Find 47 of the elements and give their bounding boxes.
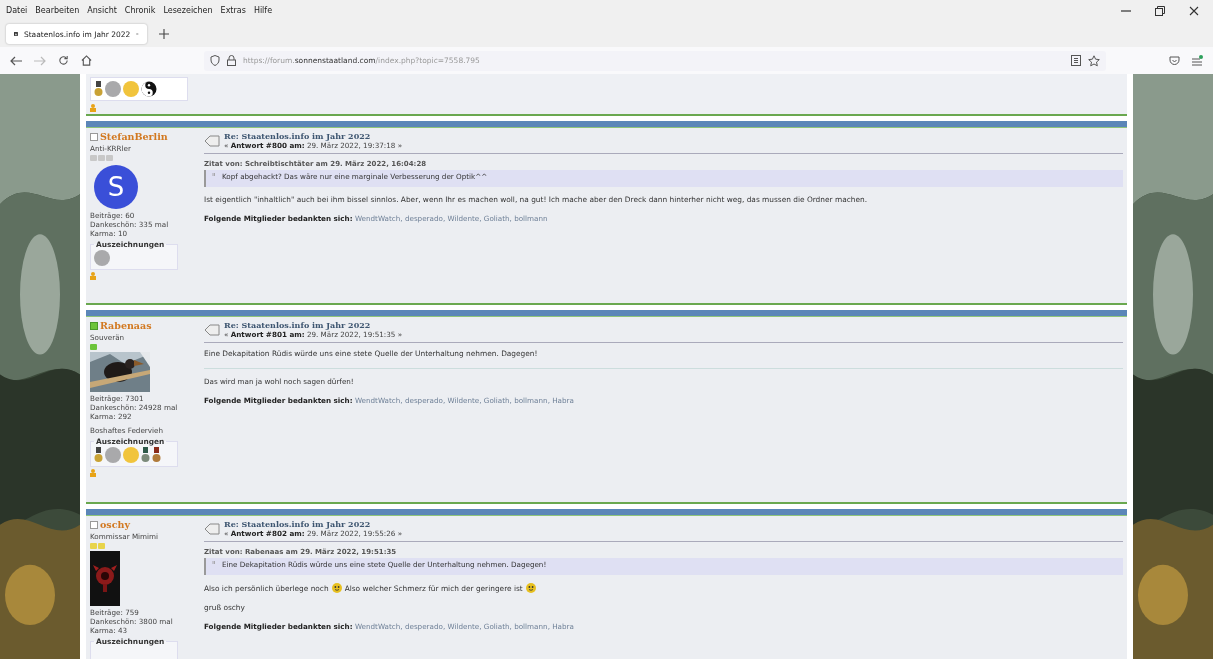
post-icon (204, 134, 220, 147)
menu-item[interactable]: Datei (6, 6, 28, 15)
author-name[interactable]: Rabenaas (100, 320, 152, 331)
home-icon[interactable] (81, 55, 92, 66)
menu-icon[interactable] (1192, 55, 1203, 66)
lock-icon[interactable] (227, 55, 236, 66)
smiley-icon (525, 583, 536, 593)
post-subject[interactable]: Re: Staatenlos.info im Jahr 2022 (224, 519, 403, 529)
post-subject[interactable]: Re: Staatenlos.info im Jahr 2022 (224, 320, 403, 330)
new-tab-icon[interactable] (159, 29, 169, 39)
avatar: S (94, 165, 138, 209)
smiley-icon (331, 583, 342, 593)
back-icon[interactable] (10, 55, 22, 66)
coin-icon (105, 81, 121, 97)
rank-pips-icon (90, 344, 97, 350)
menu-item[interactable]: Extras (220, 6, 246, 15)
menu-item[interactable]: Hilfe (253, 6, 273, 15)
shield-icon[interactable] (210, 55, 220, 66)
coin-icon (123, 81, 139, 97)
reader-view-icon[interactable] (1071, 55, 1081, 66)
yin-yang-icon (141, 81, 157, 97)
author-name[interactable]: oschy (100, 519, 130, 530)
quote-mark-icon (212, 173, 218, 177)
medal-icon (141, 447, 150, 463)
coin-icon (105, 447, 121, 463)
coin-icon (123, 447, 139, 463)
coin-icon (94, 250, 110, 266)
medal-icon (152, 447, 161, 463)
menu-item[interactable]: Lesezeichen (163, 6, 213, 15)
menu-item[interactable]: Ansicht (87, 6, 117, 15)
medal-icon (94, 81, 103, 97)
close-icon[interactable] (1189, 5, 1199, 16)
post-subject[interactable]: Re: Staatenlos.info im Jahr 2022 (224, 131, 403, 141)
star-icon[interactable] (1088, 54, 1100, 67)
medal-icon (94, 447, 103, 463)
menu-item[interactable]: Bearbeiten (35, 6, 80, 15)
minimize-icon[interactable] (1121, 9, 1131, 12)
menu-item[interactable]: Chronik (124, 6, 156, 15)
post-icon (204, 522, 220, 535)
pocket-icon[interactable] (1169, 55, 1180, 66)
reload-icon[interactable] (58, 55, 69, 66)
rank-pips-icon (90, 155, 113, 161)
restore-icon[interactable] (1155, 5, 1165, 16)
post-icon (204, 323, 220, 336)
rank-pips-icon (90, 543, 105, 549)
author-name[interactable]: StefanBerlin (100, 131, 168, 142)
quote-mark-icon (212, 561, 218, 565)
